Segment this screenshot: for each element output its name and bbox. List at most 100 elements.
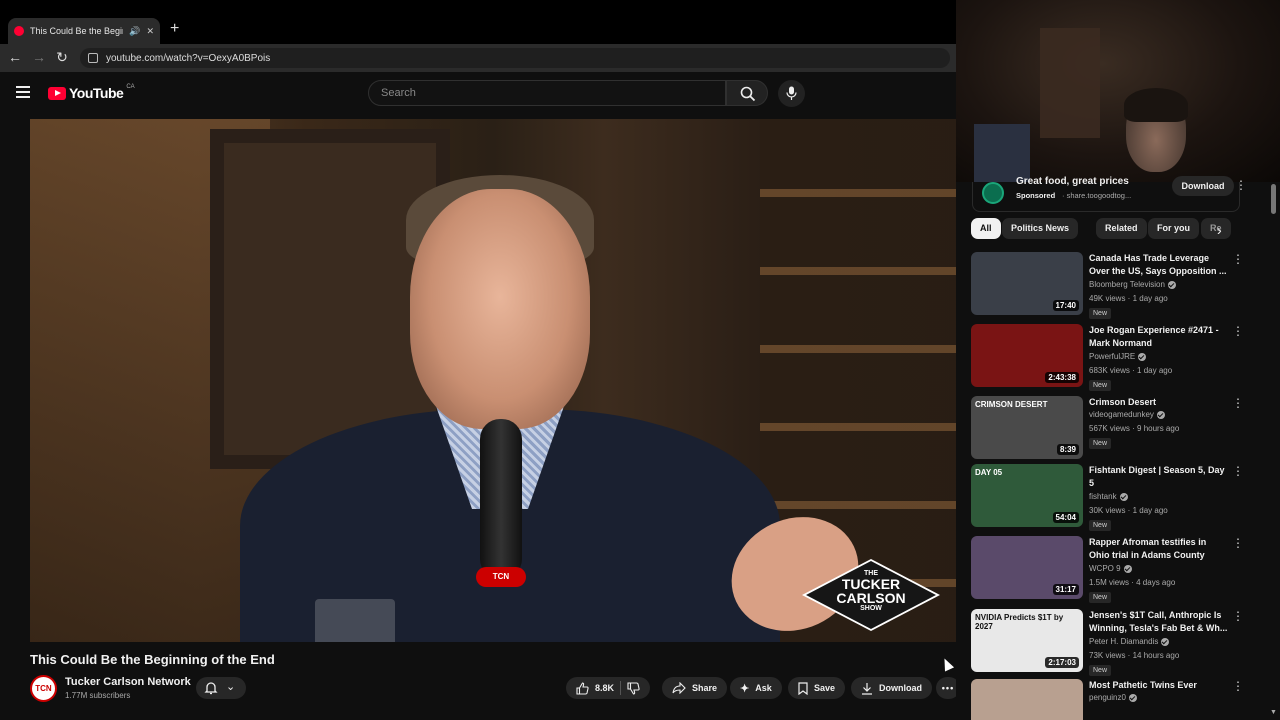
verified-check-icon [1119,492,1128,501]
ad-more-vertical-icon[interactable]: ⋮ [1235,178,1247,192]
channel-avatar[interactable]: TCN [30,675,57,702]
recommendation-channel[interactable]: WCPO 9 [1089,564,1132,573]
recommendation-channel[interactable]: Bloomberg Television [1089,280,1176,289]
scrollbar-thumb[interactable] [1271,184,1276,214]
reload-icon[interactable]: ↻ [53,49,71,66]
recommendation-channel[interactable]: fishtank [1089,492,1128,501]
recommendation-channel[interactable]: videogamedunkey [1089,410,1165,419]
sponsored-ad[interactable]: Great food, great prices Sponsored · sha… [972,176,1247,212]
more-vertical-icon[interactable]: ⋮ [1232,396,1244,410]
voice-search-button[interactable] [778,80,805,107]
new-badge: New [1089,308,1112,319]
ad-download-button[interactable]: Download [1172,176,1234,196]
scroll-down-arrow-icon[interactable]: ▼ [1270,709,1277,716]
save-button[interactable]: Save [788,677,846,699]
channel-name[interactable]: Tucker Carlson Network [65,676,191,688]
filter-chips: All Politics News Related For you Re [971,218,1241,240]
recommendation-item[interactable]: Most Pathetic Twins Ever penguinz0 ⋮ [971,679,1244,720]
recommendation-title[interactable]: Joe Rogan Experience #2471 - Mark Norman… [1089,324,1229,350]
like-divider [620,681,622,695]
download-label: Download [879,683,922,693]
video-thumbnail[interactable]: 17:40 [971,252,1083,315]
logo-region: CA [126,84,135,90]
recommendation-item[interactable]: CRIMSON DESERT 8:39 Crimson Desert videogam… [971,396,1244,460]
back-arrow-icon[interactable]: ← [6,49,24,65]
recommendation-channel[interactable]: PowerfulJRE [1089,352,1147,361]
recommendation-title[interactable]: Jensen's $1T Call, Anthropic Is Winning,… [1089,609,1229,635]
chip-related[interactable]: Related [1096,218,1147,239]
more-vertical-icon[interactable]: ⋮ [1232,536,1244,550]
recommendation-meta: 73K views · 14 hours ago [1089,651,1180,660]
sparkle-icon: ✦ [740,682,750,695]
youtube-logo[interactable]: YouTube CA [48,84,135,101]
recommendation-title[interactable]: Canada Has Trade Leverage Over the US, S… [1089,252,1229,278]
search-input[interactable]: Search [368,80,726,106]
verified-check-icon [1138,352,1147,361]
share-button[interactable]: Share [662,677,728,699]
advertiser-logo[interactable] [982,182,1004,204]
search-button[interactable] [726,80,768,106]
video-mic-badge: TCN [476,567,526,587]
video-thumbnail[interactable]: NVIDIA Predicts $1T by 2027 2:17:03 [971,609,1083,672]
verified-check-icon [1123,564,1132,573]
like-button[interactable] [576,681,589,695]
recommendation-item[interactable]: 31:17 Rapper Afroman testifies in Ohio tr… [971,536,1244,603]
more-horizontal-icon: ••• [941,683,955,693]
like-count[interactable]: 8.8K [595,683,614,693]
video-duration: 2:17:03 [1045,657,1079,668]
video-duration: 31:17 [1052,584,1079,595]
recommendation-item[interactable]: DAY 05 54:04 Fishtank Digest | Season 5, D… [971,464,1244,531]
video-title: This Could Be the Beginning of the End [30,652,275,667]
sidebar-scrollbar[interactable]: ▼ [1270,182,1278,720]
video-thumbnail[interactable]: CRIMSON DESERT 8:39 [971,396,1083,459]
browser-tabbar: This Could Be the Beginning of the End 🔊… [0,0,956,44]
recommendation-title[interactable]: Rapper Afroman testifies in Ohio trial i… [1089,536,1229,562]
youtube-play-logo-icon [48,86,66,100]
more-vertical-icon[interactable]: ⋮ [1232,679,1244,693]
chevron-right-icon[interactable]: › [1217,222,1222,238]
video-thumbnail[interactable]: DAY 05 54:04 [971,464,1083,527]
url-field[interactable]: youtube.com/watch?v=OexyA0BPois [80,48,950,68]
thumbs-down-icon [627,681,640,695]
hamburger-menu-icon[interactable] [16,86,30,98]
webcam-overlay [956,0,1280,182]
notification-bell-button[interactable]: ⌄ [196,677,246,699]
more-vertical-icon[interactable]: ⋮ [1232,324,1244,338]
recommendation-item[interactable]: NVIDIA Predicts $1T by 2027 2:17:03 Jensen… [971,609,1244,676]
video-thumbnail[interactable]: 2:43:38 [971,324,1083,387]
chip-partial[interactable]: Re [1201,218,1231,239]
video-thumbnail[interactable]: 31:17 [971,536,1083,599]
recommendation-item[interactable]: 17:40 Canada Has Trade Leverage Over the … [971,252,1244,319]
video-thumbnail[interactable] [971,679,1083,720]
download-button[interactable]: Download [851,677,932,699]
video-player[interactable]: TCN THE TUCKER CARLSON SHOW [30,119,956,642]
chip-for-you[interactable]: For you [1148,218,1199,239]
recommendation-item[interactable]: 2:43:38 Joe Rogan Experience #2471 - Mark… [971,324,1244,391]
recommendation-title[interactable]: Crimson Desert [1089,396,1229,409]
download-icon [861,682,873,695]
ask-button[interactable]: ✦ Ask [730,677,782,699]
new-badge: New [1089,438,1112,449]
chip-all[interactable]: All [971,218,1001,239]
save-label: Save [814,683,836,693]
search-icon [740,86,756,102]
recommendation-channel[interactable]: Peter H. Diamandis [1089,637,1170,646]
recommendation-title[interactable]: Most Pathetic Twins Ever [1089,679,1229,692]
dislike-button[interactable] [627,681,640,695]
share-label: Share [692,683,718,693]
more-vertical-icon[interactable]: ⋮ [1232,464,1244,478]
ad-title[interactable]: Great food, great prices [1016,176,1129,187]
speaker-icon[interactable]: 🔊 [129,26,140,37]
new-tab-button[interactable]: + [170,20,179,38]
close-tab-icon[interactable]: ✕ [146,26,154,37]
browser-tab[interactable]: This Could Be the Beginning of the End 🔊… [8,18,160,44]
video-duration: 17:40 [1052,300,1079,311]
recommendation-title[interactable]: Fishtank Digest | Season 5, Day 5 [1089,464,1229,490]
chip-politics-news[interactable]: Politics News [1002,218,1079,239]
site-info-icon[interactable] [88,53,98,63]
more-vertical-icon[interactable]: ⋮ [1232,252,1244,266]
forward-arrow-icon[interactable]: → [30,49,48,65]
webcam-person-hair [1124,88,1188,122]
recommendation-channel[interactable]: penguinz0 [1089,693,1137,702]
more-vertical-icon[interactable]: ⋮ [1232,609,1244,623]
